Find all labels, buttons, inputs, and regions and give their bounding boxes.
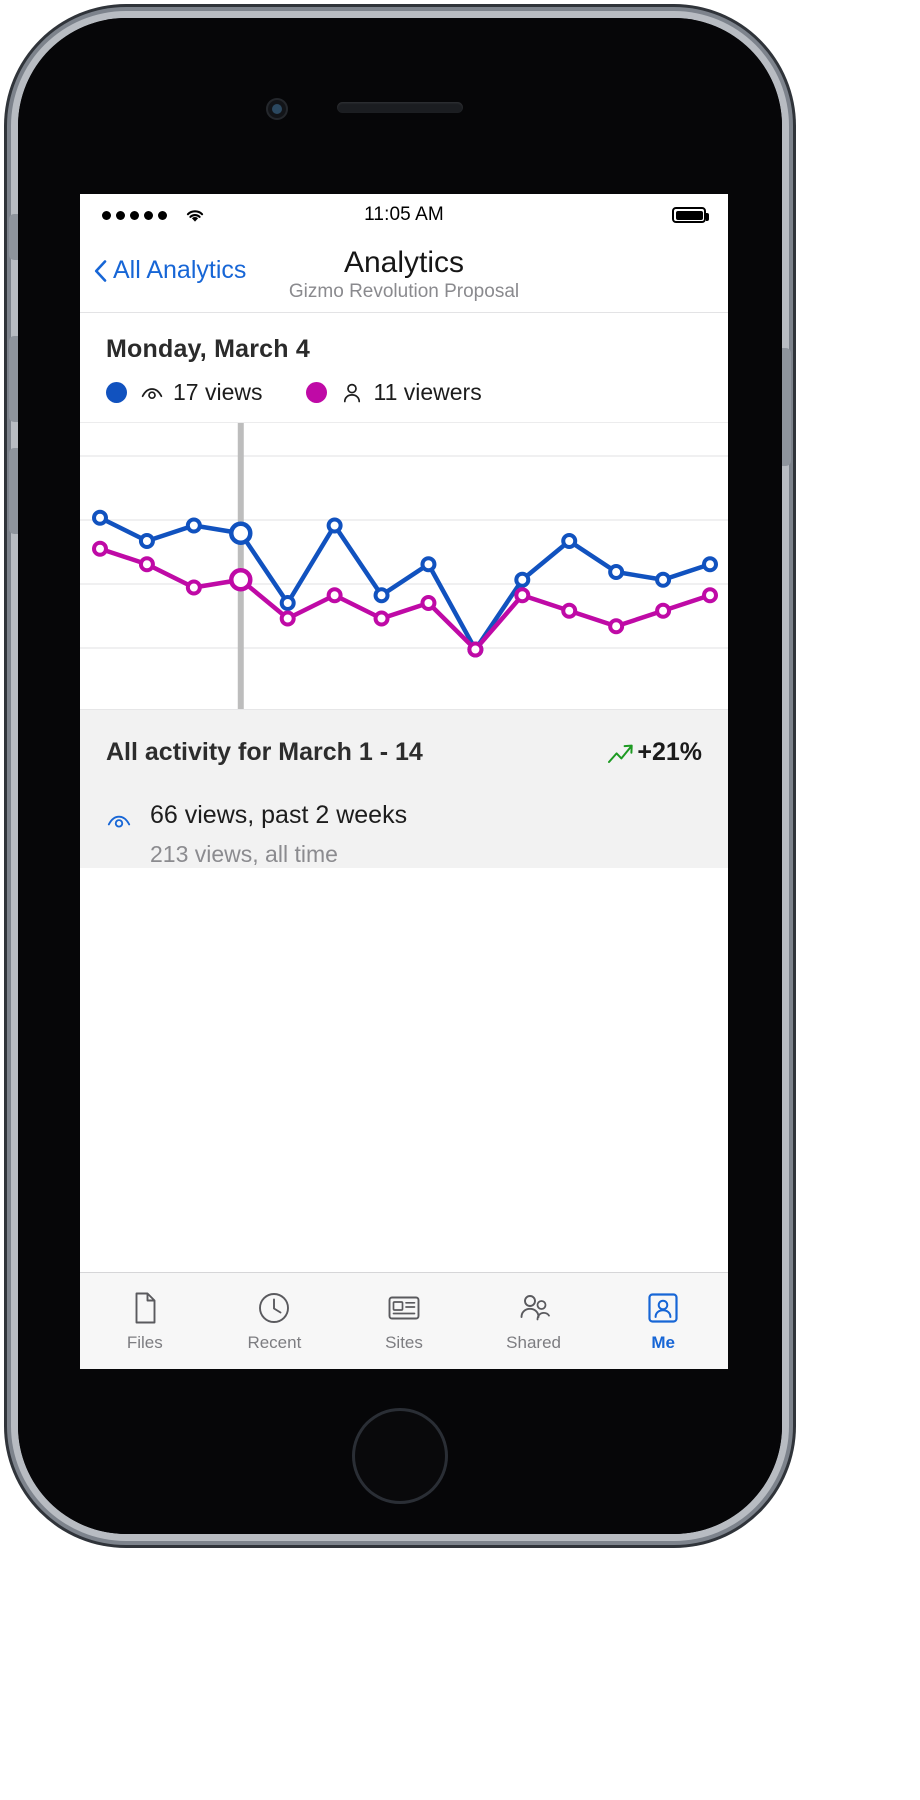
- status-bar-right: [672, 207, 709, 223]
- data-point-views-13: [702, 556, 718, 573]
- tab-shared[interactable]: Shared: [469, 1273, 599, 1369]
- data-point-views-9: [514, 571, 531, 588]
- data-point-views-11: [608, 564, 625, 580]
- data-point-viewers-7: [420, 595, 437, 611]
- summary-views-alltime: 213 views, all time: [150, 841, 338, 867]
- data-point-viewers-1: [138, 556, 155, 573]
- status-bar-time: 11:05 AM: [364, 204, 444, 225]
- data-point-viewers-0: [92, 540, 108, 557]
- activity-summary-panel: All activity for March 1 - 14 +21% 66 vi…: [80, 710, 728, 868]
- summary-title: All activity for March 1 - 14: [106, 738, 423, 766]
- navigation-bar: All Analytics Analytics Gizmo Revolution…: [80, 236, 728, 313]
- legend-item-views: 17 views: [106, 379, 262, 406]
- summary-stat-row: 66 views, past 2 weeks 213 views, all ti…: [106, 801, 702, 868]
- data-point-views-12: [655, 571, 672, 588]
- bottom-tab-bar: Files Recent Sites Shared Me: [80, 1272, 728, 1369]
- legend-views-label: 17 views: [173, 379, 263, 405]
- selected-date-label: Monday, March 4: [106, 335, 310, 363]
- data-point-viewers-12: [655, 602, 672, 619]
- volume-up-button[interactable]: [9, 336, 18, 422]
- person-icon: [340, 381, 364, 405]
- data-point-viewers-11: [608, 618, 625, 635]
- data-point-viewers-13: [702, 587, 718, 604]
- sites-icon: [386, 1290, 422, 1326]
- volume-down-button[interactable]: [9, 448, 18, 534]
- data-point-views-4: [279, 595, 296, 611]
- data-point-views-1: [138, 533, 155, 549]
- account-icon: [645, 1290, 681, 1326]
- chart-legend: 17 views 11 viewers: [106, 379, 702, 406]
- trend-value: +21%: [637, 738, 702, 766]
- data-point-views-6: [373, 587, 390, 604]
- tab-me[interactable]: Me: [598, 1273, 728, 1369]
- data-point-views-7: [420, 556, 437, 573]
- data-point-views-5: [326, 517, 343, 534]
- clock-icon: [256, 1290, 292, 1326]
- data-point-viewers-6: [373, 610, 390, 627]
- selection-marker: [237, 423, 244, 709]
- power-button[interactable]: [782, 348, 791, 466]
- tab-files-label: Files: [126, 1332, 163, 1352]
- screenshot-stage: 11:05 AM All Analytics Analytics Gizmo R…: [0, 0, 920, 1800]
- series-line-viewers: [97, 546, 713, 652]
- tab-recent-label: Recent: [247, 1332, 302, 1352]
- legend-viewers-label: 11 viewers: [373, 379, 482, 405]
- tab-me-label: Me: [651, 1332, 675, 1352]
- selected-day-panel: Monday, March 4 17 views 11 viewers: [80, 313, 728, 422]
- page-subtitle: Gizmo Revolution Proposal: [288, 280, 520, 302]
- home-button[interactable]: [352, 1408, 448, 1504]
- tab-recent[interactable]: Recent: [210, 1273, 340, 1369]
- data-point-viewers-8: [467, 641, 484, 658]
- nav-title-group: Analytics Gizmo Revolution Proposal: [80, 246, 728, 303]
- trend-badge: +21%: [607, 738, 702, 767]
- trend-up-icon: [607, 741, 635, 765]
- viewers-color-swatch: [306, 382, 328, 403]
- earpiece-speaker: [337, 102, 463, 113]
- data-point-views-10: [561, 533, 578, 549]
- summary-stat-texts: 66 views, past 2 weeks 213 views, all ti…: [150, 801, 407, 868]
- tab-files[interactable]: Files: [80, 1273, 210, 1369]
- data-point-viewers-2: [185, 579, 202, 596]
- phone-device-frame: 11:05 AM All Analytics Analytics Gizmo R…: [9, 18, 791, 1534]
- summary-header-row: All activity for March 1 - 14 +21%: [106, 738, 702, 767]
- data-point-viewers-5: [326, 587, 343, 604]
- document-icon: [127, 1290, 163, 1326]
- phone-screen: 11:05 AM All Analytics Analytics Gizmo R…: [80, 194, 728, 1369]
- silent-switch[interactable]: [9, 214, 18, 260]
- people-icon: [516, 1290, 552, 1326]
- data-point-viewers-9: [514, 587, 531, 604]
- chart-canvas[interactable]: [80, 423, 728, 709]
- eye-icon: [140, 381, 164, 405]
- data-point-viewers-4: [279, 610, 296, 627]
- tab-shared-label: Shared: [506, 1332, 561, 1352]
- data-point-views-2: [185, 517, 202, 534]
- eye-icon: [106, 808, 132, 834]
- legend-item-viewers: 11 viewers: [306, 379, 482, 406]
- tab-sites-label: Sites: [385, 1332, 423, 1352]
- page-title: Analytics: [343, 246, 465, 279]
- activity-chart[interactable]: [80, 422, 728, 710]
- data-point-views-3: [229, 521, 253, 545]
- data-point-viewers-3: [229, 568, 253, 592]
- data-point-viewers-10: [561, 602, 578, 619]
- tab-sites[interactable]: Sites: [339, 1273, 469, 1369]
- battery-full-icon: [672, 207, 709, 223]
- views-color-swatch: [106, 382, 127, 403]
- status-bar: 11:05 AM: [80, 194, 728, 236]
- front-camera: [266, 98, 288, 120]
- summary-views-recent: 66 views, past 2 weeks: [150, 801, 408, 829]
- data-point-views-0: [92, 509, 108, 526]
